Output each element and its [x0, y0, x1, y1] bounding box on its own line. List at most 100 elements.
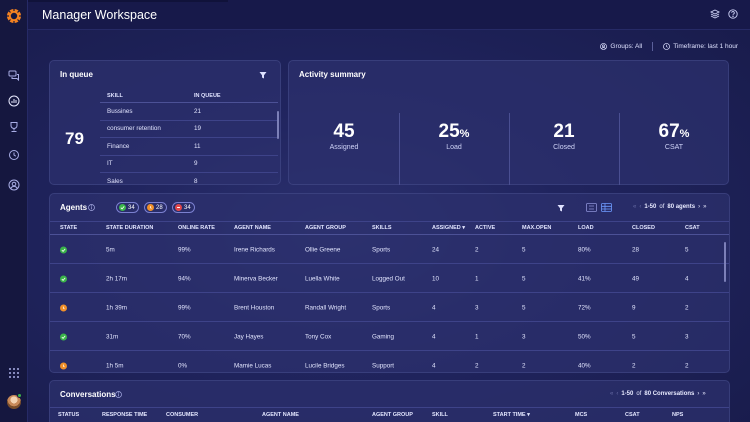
csat-cell: 5 — [685, 246, 689, 253]
next-page-icon[interactable]: › — [697, 391, 699, 397]
col-skill[interactable]: SKILL — [432, 412, 448, 418]
col-load[interactable]: LOAD — [578, 225, 594, 231]
compact-view-icon[interactable] — [586, 203, 597, 212]
col-mcs[interactable]: MCS — [575, 412, 587, 418]
prev-page-icon[interactable]: ‹ — [639, 204, 641, 210]
groups-filter[interactable]: Groups: All — [600, 43, 642, 50]
name-cell: Mamie Lucas — [234, 362, 272, 369]
table-row[interactable]: 2h 17m 94% Minerva Becker Luella White Logge… — [50, 265, 729, 293]
col-response-time[interactable]: RESPONSE TIME — [102, 412, 147, 418]
agents-title: Agents — [60, 203, 88, 212]
load-cell: 40% — [578, 362, 591, 369]
conversations-total: 80 Conversations — [644, 391, 695, 397]
closed-cell: 9 — [632, 304, 636, 311]
table-row[interactable]: Finance 11 — [100, 138, 278, 156]
col-max-open[interactable]: MAX.OPEN — [522, 225, 551, 231]
col-in-queue: IN QUEUE — [194, 92, 221, 99]
assigned-cell: 10 — [432, 275, 440, 282]
table-row[interactable]: 1h 39m 99% Brent Houston Randall Wright Spor… — [50, 294, 729, 322]
assigned-value: 45 — [333, 121, 355, 142]
first-page-icon[interactable]: « — [610, 391, 613, 397]
chat-icon[interactable] — [7, 68, 21, 82]
col-start-time[interactable]: START TIME ▾ — [493, 412, 530, 418]
help-icon[interactable] — [728, 9, 738, 19]
col-csat[interactable]: CSAT — [625, 412, 640, 418]
csat-label: CSAT — [664, 144, 684, 151]
duration-cell: 31m — [106, 333, 119, 340]
table-row[interactable]: 1h 5m 0% Mamie Lucas Lucile Bridges Support 4… — [50, 352, 729, 372]
info-icon[interactable] — [88, 204, 95, 211]
col-active[interactable]: ACTIVE — [475, 225, 495, 231]
table-row[interactable]: IT 9 — [100, 156, 278, 173]
col-skills[interactable]: SKILLS — [372, 225, 392, 231]
csat-cell: 3 — [685, 333, 689, 340]
rate-cell: 70% — [178, 333, 191, 340]
apps-grid-icon[interactable] — [7, 366, 21, 380]
filter-icon[interactable] — [557, 204, 565, 212]
online-badge — [17, 393, 22, 398]
col-status[interactable]: STATUS — [58, 412, 79, 418]
last-page-icon[interactable]: » — [703, 204, 706, 210]
load-cell: 72% — [578, 304, 591, 311]
clock-icon — [663, 43, 671, 50]
col-agent-group[interactable]: AGENT GROUP — [372, 412, 413, 418]
queue-scrollbar[interactable] — [277, 111, 279, 139]
online-count-pill[interactable]: 34 — [116, 202, 139, 213]
table-row[interactable]: Sales 8 — [100, 173, 278, 191]
agents-scrollbar[interactable] — [724, 242, 726, 282]
col-nps[interactable]: NPS — [672, 412, 683, 418]
col-agent-name[interactable]: AGENT NAME — [234, 225, 271, 231]
col-consumer[interactable]: CONSUMER — [166, 412, 198, 418]
col-agent-name[interactable]: AGENT NAME — [262, 412, 299, 418]
assigned-stat: 45 Assigned — [289, 121, 399, 151]
table-row[interactable]: 5m 99% Irene Richards Ollie Greene Sports 24 2… — [50, 236, 729, 264]
first-page-icon[interactable]: « — [633, 204, 636, 210]
last-page-icon[interactable]: » — [702, 391, 705, 397]
col-assigned[interactable]: ASSIGNED ▾ — [432, 225, 465, 231]
col-state[interactable]: STATE — [60, 225, 77, 231]
skill-cell: IT — [107, 160, 113, 168]
col-agent-group[interactable]: AGENT GROUP — [305, 225, 346, 231]
agents-panel: Agents 34 28 34 « ‹ 1-50 of 80 agents › … — [49, 193, 730, 373]
prev-page-icon[interactable]: ‹ — [616, 391, 618, 397]
col-assigned-label: ASSIGNED — [432, 225, 461, 231]
conversations-table-header: STATUS RESPONSE TIME CONSUMER AGENT NAME… — [50, 407, 729, 421]
group-cell: Luella White — [305, 275, 340, 282]
queue-count-cell: 21 — [194, 107, 202, 115]
logo-icon[interactable] — [6, 8, 22, 24]
away-count-pill[interactable]: 28 — [144, 202, 167, 213]
col-csat[interactable]: CSAT — [685, 225, 700, 231]
duration-cell: 5m — [106, 246, 115, 253]
layers-icon[interactable] — [710, 9, 720, 19]
timeframe-filter[interactable]: Timeframe: last 1 hour — [663, 43, 738, 50]
group-cell: Ollie Greene — [305, 246, 341, 253]
csat-cell: 2 — [685, 304, 689, 311]
filter-icon[interactable] — [259, 71, 267, 79]
name-cell: Brent Houston — [234, 304, 275, 311]
load-cell: 80% — [578, 246, 591, 253]
rate-cell: 99% — [178, 304, 191, 311]
duration-cell: 1h 39m — [106, 304, 128, 311]
history-icon[interactable] — [7, 148, 21, 162]
table-view-icon[interactable] — [601, 203, 612, 212]
info-icon[interactable] — [115, 391, 122, 398]
analytics-icon[interactable] — [3, 90, 25, 112]
closed-value: 21 — [553, 121, 575, 142]
check-icon — [119, 204, 126, 211]
skill-cell: Sales — [107, 178, 123, 186]
activity-summary-title: Activity summary — [299, 70, 366, 79]
table-row[interactable]: Bussines 21 — [100, 103, 278, 121]
next-page-icon[interactable]: › — [698, 204, 700, 210]
table-row[interactable]: 31m 70% Jay Hayes Tony Cox Gaming 4 1 3 50% 5 3 — [50, 323, 729, 351]
user-circle-icon[interactable] — [7, 178, 21, 192]
col-state-duration[interactable]: STATE DURATION — [106, 225, 153, 231]
col-closed[interactable]: CLOSED — [632, 225, 655, 231]
sort-down-icon: ▾ — [527, 411, 530, 418]
busy-count-pill[interactable]: 34 — [172, 202, 195, 213]
skills-cell: Logged Out — [372, 275, 405, 282]
queue-count-cell: 9 — [194, 160, 198, 168]
table-row[interactable]: consumer retention 19 — [100, 121, 278, 138]
trophy-icon[interactable] — [7, 120, 21, 134]
group-cell: Lucile Bridges — [305, 362, 345, 369]
col-online-rate[interactable]: ONLINE RATE — [178, 225, 215, 231]
